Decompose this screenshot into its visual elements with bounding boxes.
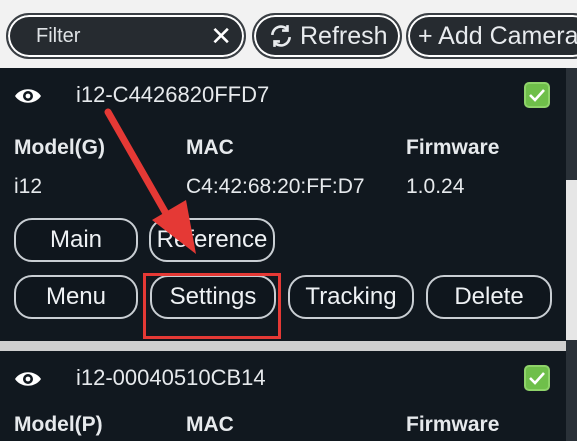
main-button-label: Main (49, 226, 103, 253)
checkbox-checked-icon[interactable] (524, 82, 550, 108)
eye-icon[interactable] (14, 86, 42, 106)
camera-card: i12-00040510CB14 Model(P) MAC Firmware (0, 351, 566, 441)
refresh-button[interactable]: Refresh (252, 13, 402, 59)
model-label: Model(P) (14, 413, 103, 436)
firmware-value: 1.0.24 (406, 175, 465, 198)
tracking-button-label: Tracking (305, 283, 397, 310)
add-camera-label: + Add Camera (418, 21, 577, 50)
tracking-button[interactable]: Tracking (288, 275, 414, 319)
mac-label: MAC (186, 413, 234, 436)
annotation-arrow (104, 108, 196, 254)
filter-input[interactable]: Filter ✕ (6, 13, 246, 59)
refresh-label: Refresh (300, 21, 388, 50)
delete-button-label: Delete (454, 283, 524, 310)
camera-name: i12-00040510CB14 (76, 365, 266, 390)
close-icon[interactable]: ✕ (210, 21, 232, 52)
filter-placeholder: Filter (36, 24, 81, 47)
firmware-label: Firmware (406, 136, 500, 159)
mac-value: C4:42:68:20:FF:D7 (186, 175, 365, 198)
reference-highlight-box (143, 273, 281, 339)
menu-button[interactable]: Menu (14, 275, 138, 319)
model-label: Model(G) (14, 136, 105, 159)
camera-list-panel: i12-C4426820FFD7 Model(G) MAC Firmware i… (0, 68, 577, 441)
delete-button[interactable]: Delete (426, 275, 552, 319)
firmware-label: Firmware (406, 413, 500, 436)
menu-button-label: Menu (45, 283, 107, 310)
toolbar: Filter ✕ Refresh + Add Camera (0, 0, 577, 68)
model-value: i12 (14, 175, 43, 198)
card-divider (0, 341, 566, 351)
scrollbar-thumb[interactable] (566, 180, 577, 340)
add-camera-button[interactable]: + Add Camera (406, 13, 577, 59)
camera-name: i12-C4426820FFD7 (76, 82, 270, 107)
camera-card: i12-C4426820FFD7 Model(G) MAC Firmware i… (0, 68, 566, 341)
refresh-icon (271, 25, 291, 47)
checkbox-checked-icon[interactable] (524, 365, 550, 391)
eye-icon[interactable] (14, 369, 42, 389)
